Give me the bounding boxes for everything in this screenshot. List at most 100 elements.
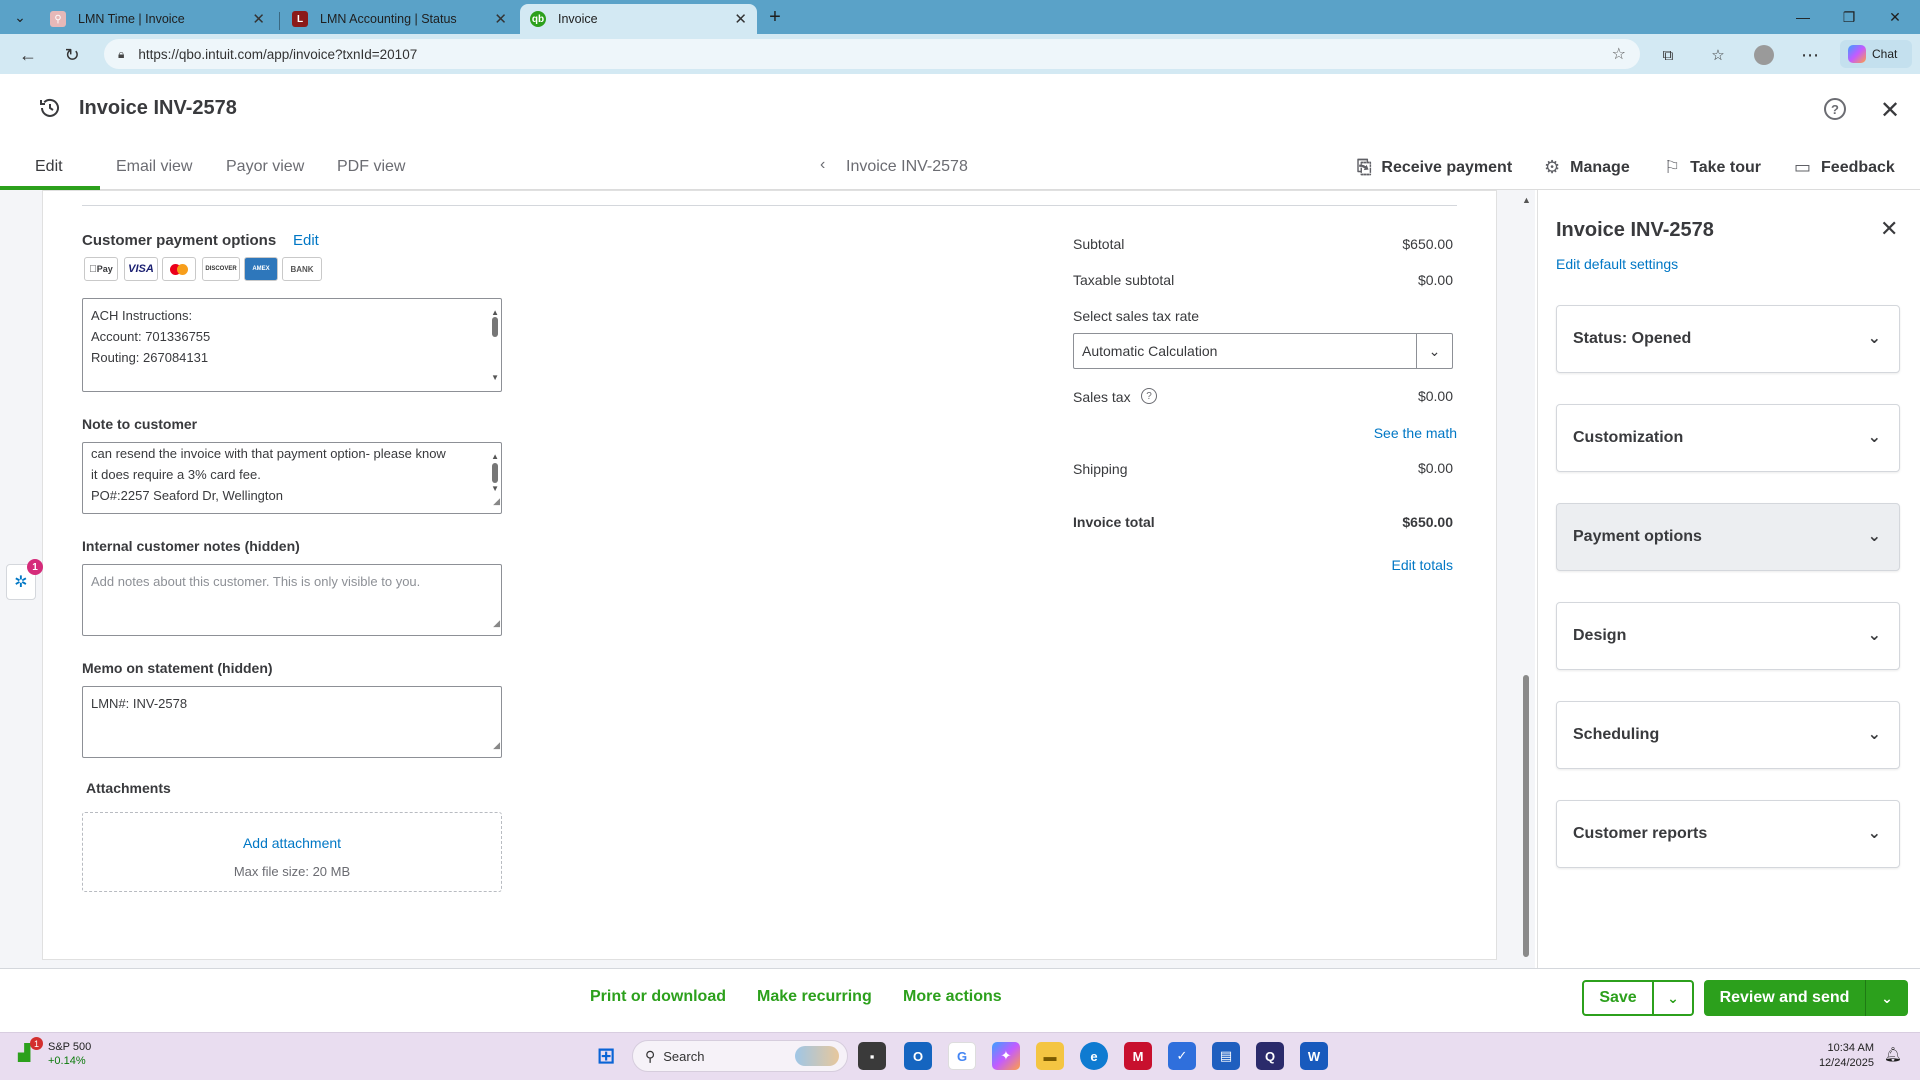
profile-avatar-icon[interactable] [1750, 41, 1778, 69]
close-tab-icon[interactable]: ✕ [734, 10, 747, 28]
tab-email-view[interactable]: Email view [116, 158, 192, 176]
accordion-payment-options[interactable]: Payment options ⌄ [1556, 503, 1900, 571]
favorites-icon[interactable]: ☆ [1704, 41, 1732, 69]
save-options-chevron-icon[interactable]: ⌄ [1654, 982, 1692, 1014]
close-tab-icon[interactable]: ✕ [494, 10, 507, 28]
sales-tax-rate-label: Select sales tax rate [1073, 308, 1200, 324]
scroll-up-icon[interactable]: ▲ [1522, 195, 1531, 205]
note-to-customer-label: Note to customer [82, 416, 198, 432]
payment-options-edit-link[interactable]: Edit [293, 232, 319, 249]
accordion-status[interactable]: Status: Opened ⌄ [1556, 305, 1900, 373]
scroll-down-icon[interactable]: ▼ [491, 367, 499, 388]
save-button[interactable]: Save [1584, 982, 1654, 1014]
more-menu-icon[interactable]: ⋯ [1796, 41, 1824, 69]
refresh-icon[interactable]: ↻ [58, 41, 86, 69]
visa-logo: VISA [124, 257, 158, 281]
word-icon[interactable]: W [1300, 1042, 1328, 1070]
send-options-chevron-icon[interactable]: ⌄ [1866, 980, 1908, 1016]
tab-edit[interactable]: Edit [35, 158, 63, 176]
tab-pdf-view[interactable]: PDF view [337, 158, 405, 176]
system-clock[interactable]: 10:34 AM 12/24/2025 [1814, 1041, 1874, 1071]
accordion-customer-reports[interactable]: Customer reports ⌄ [1556, 800, 1900, 868]
browser-tab-lmn-accounting[interactable]: L LMN Accounting | Status ✕ [282, 4, 517, 34]
chevron-down-icon[interactable]: ⌄ [1416, 334, 1452, 368]
resize-handle-icon[interactable]: ◢ [493, 491, 500, 512]
resize-handle-icon[interactable]: ◢ [493, 613, 500, 634]
extensions-icon[interactable]: ⧉ [1654, 41, 1682, 69]
chat-label: Chat [1872, 47, 1898, 61]
add-attachment-link[interactable]: Add attachment [83, 835, 501, 851]
mcafee-icon[interactable]: M [1124, 1042, 1152, 1070]
edit-default-settings-link[interactable]: Edit default settings [1556, 256, 1678, 272]
subtotal-value: $650.00 [1402, 236, 1453, 252]
close-tab-icon[interactable]: ✕ [252, 10, 265, 28]
edge-icon[interactable]: e [1080, 1042, 1108, 1070]
accordion-label: Scheduling [1573, 726, 1660, 743]
note-to-customer-field[interactable]: can resend the invoice with that payment… [82, 442, 502, 514]
tab-title: LMN Accounting | Status [320, 12, 457, 26]
windows-start-icon[interactable]: ⊞ [592, 1042, 620, 1070]
todo-icon[interactable]: ✓ [1168, 1042, 1196, 1070]
window-close-icon[interactable]: ✕ [1872, 0, 1918, 34]
tab-actions-chevron-icon[interactable]: ⌄ [4, 0, 36, 34]
scroll-thumb[interactable] [492, 317, 498, 337]
accordion-design[interactable]: Design ⌄ [1556, 602, 1900, 670]
back-icon[interactable]: ← [14, 41, 42, 69]
make-recurring-button[interactable]: Make recurring [757, 988, 872, 1006]
google-icon[interactable]: G [948, 1042, 976, 1070]
stock-widget[interactable]: ▟ 1 S&P 500 +0.14% [18, 1037, 92, 1068]
ach-instructions-field[interactable]: ACH Instructions: Account: 701336755 Rou… [82, 298, 502, 392]
copilot-chat-button[interactable]: Chat [1840, 40, 1912, 68]
resize-handle-icon[interactable]: ◢ [493, 735, 500, 756]
take-tour-button[interactable]: ⚐ Take tour [1664, 157, 1761, 178]
help-icon[interactable]: ? [1824, 98, 1846, 120]
history-icon[interactable] [38, 96, 62, 120]
form-app-icon[interactable]: ▤ [1212, 1042, 1240, 1070]
tab-payor-view[interactable]: Payor view [226, 158, 304, 176]
file-explorer-icon[interactable]: ▬ [1036, 1042, 1064, 1070]
sidebar-close-icon[interactable]: ✕ [1880, 216, 1898, 242]
accordion-customization[interactable]: Customization ⌄ [1556, 404, 1900, 472]
memo-field[interactable]: LMN#: INV-2578 ◢ [82, 686, 502, 758]
see-the-math-link[interactable]: See the math [1373, 425, 1457, 441]
outlook-icon[interactable]: O [904, 1042, 932, 1070]
new-tab-icon[interactable]: + [760, 0, 790, 34]
invoice-total-label: Invoice total [1073, 514, 1155, 530]
review-and-send-button[interactable]: Review and send [1704, 980, 1866, 1016]
assistant-widget[interactable]: ✲ 1 [6, 559, 43, 600]
manage-button[interactable]: ⚙ Manage [1544, 157, 1630, 178]
ach-line: ACH Instructions: [91, 308, 193, 323]
minimize-icon[interactable]: — [1780, 0, 1826, 34]
browser-tab-lmn-time[interactable]: ⚲ LMN Time | Invoice ✕ [40, 4, 275, 34]
receive-payment-button[interactable]: ⎘ Receive payment [1357, 157, 1512, 178]
prev-invoice-chevron-icon[interactable]: ‹ [820, 156, 825, 174]
stock-name: S&P 500 [48, 1041, 92, 1053]
sales-tax-rate-value: Automatic Calculation [1082, 343, 1218, 359]
attachment-dropzone[interactable]: Add attachment Max file size: 20 MB [82, 812, 502, 892]
signpost-icon: ⚐ [1664, 157, 1681, 177]
internal-notes-field[interactable]: Add notes about this customer. This is o… [82, 564, 502, 636]
print-or-download-button[interactable]: Print or download [590, 988, 726, 1006]
main-scrollbar[interactable]: ▲ [1520, 195, 1532, 965]
close-invoice-icon[interactable]: ✕ [1880, 96, 1900, 125]
accordion-scheduling[interactable]: Scheduling ⌄ [1556, 701, 1900, 769]
task-view-icon[interactable]: ▪ [858, 1042, 886, 1070]
stock-chart-icon: ▟ 1 [18, 1037, 43, 1065]
edit-totals-link[interactable]: Edit totals [1353, 557, 1453, 573]
copilot-icon[interactable]: ✦ [992, 1042, 1020, 1070]
restore-icon[interactable]: ❐ [1826, 0, 1872, 34]
notification-badge: 1 [27, 559, 43, 575]
more-actions-button[interactable]: More actions [903, 988, 1002, 1006]
notification-bell-icon[interactable]: 🔔︎ [1884, 1046, 1902, 1063]
attachments-label: Attachments [86, 780, 171, 796]
feedback-button[interactable]: ▭ Feedback [1794, 157, 1895, 178]
favorite-star-icon[interactable]: ☆ [1612, 44, 1626, 64]
quick-assist-icon[interactable]: Q [1256, 1042, 1284, 1070]
sales-tax-rate-select[interactable]: Automatic Calculation ⌄ [1073, 333, 1453, 369]
browser-tab-invoice[interactable]: qb Invoice ✕ [520, 4, 757, 34]
scroll-thumb[interactable] [1523, 675, 1529, 957]
url-text: https://qbo.intuit.com/app/invoice?txnId… [138, 46, 418, 62]
sales-tax-help-icon[interactable]: ? [1141, 388, 1157, 404]
taskbar-search[interactable]: ⚲ Search [632, 1040, 848, 1072]
url-field[interactable]: 🔒︎ https://qbo.intuit.com/app/invoice?tx… [104, 39, 1640, 69]
